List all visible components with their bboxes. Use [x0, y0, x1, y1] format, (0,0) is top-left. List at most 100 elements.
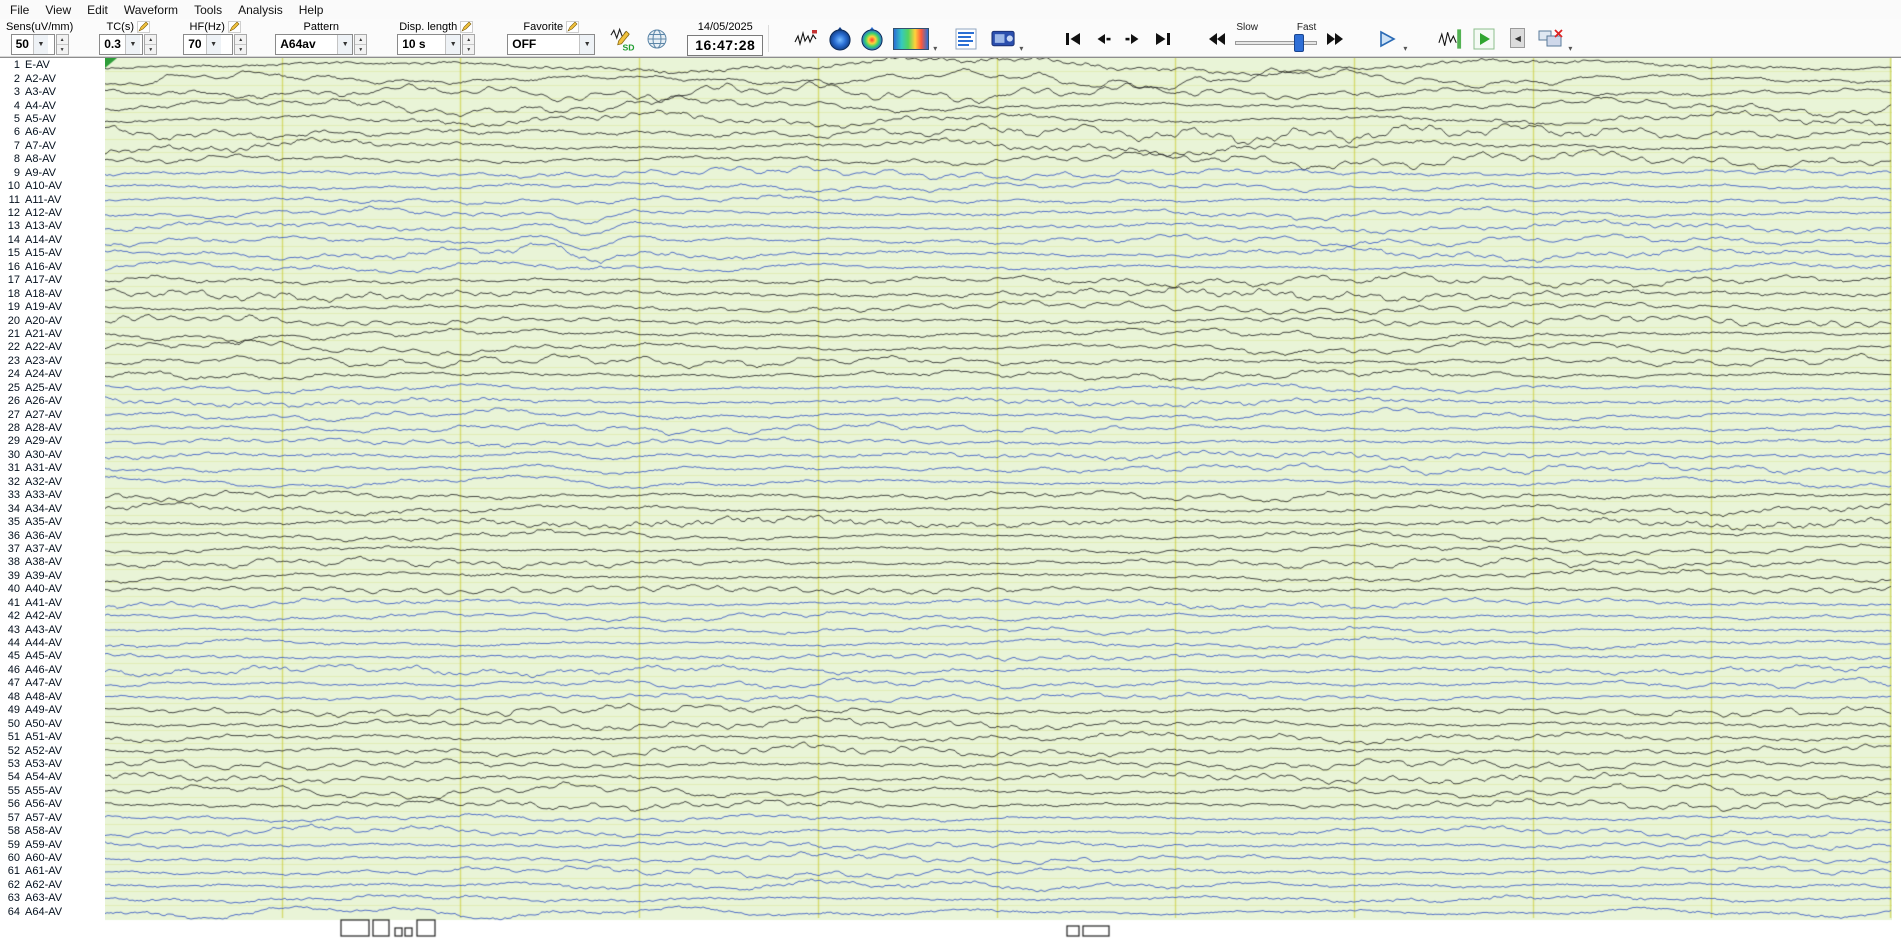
channel-label-27[interactable]: 27 A27-AV: [0, 409, 105, 422]
favorite-dropdown-arrow[interactable]: ▼: [579, 35, 595, 54]
channel-label-37[interactable]: 37 A37-AV: [0, 543, 105, 556]
channel-label-42[interactable]: 42 A42-AV: [0, 610, 105, 623]
channel-label-41[interactable]: 41 A41-AV: [0, 597, 105, 610]
channel-label-53[interactable]: 53 A53-AV: [0, 758, 105, 771]
collapse-toolbar-button[interactable]: ◀: [1510, 28, 1526, 48]
channel-label-6[interactable]: 6 A6-AV: [0, 126, 105, 139]
channel-label-49[interactable]: 49 A49-AV: [0, 704, 105, 717]
tc-spinner[interactable]: ▲ ▼: [144, 34, 158, 55]
channel-label-5[interactable]: 5 A5-AV: [0, 113, 105, 126]
channel-label-47[interactable]: 47 A47-AV: [0, 677, 105, 690]
channel-label-16[interactable]: 16 A16-AV: [0, 261, 105, 274]
eeg-trace-canvas[interactable]: [105, 58, 1892, 939]
menu-waveform[interactable]: Waveform: [116, 2, 186, 18]
video-sync-button[interactable]: [990, 25, 1018, 52]
channel-label-14[interactable]: 14 A14-AV: [0, 234, 105, 247]
channel-label-15[interactable]: 15 A15-AV: [0, 247, 105, 260]
channel-label-36[interactable]: 36 A36-AV: [0, 530, 105, 543]
channel-label-9[interactable]: 9 A9-AV: [0, 167, 105, 180]
pattern-spinner[interactable]: ▲ ▼: [354, 34, 368, 55]
favorite-combobox[interactable]: OFF ▼: [507, 34, 596, 55]
channel-label-22[interactable]: 22 A22-AV: [0, 341, 105, 354]
channel-label-18[interactable]: 18 A18-AV: [0, 288, 105, 301]
menu-tools[interactable]: Tools: [186, 2, 230, 18]
channel-label-23[interactable]: 23 A23-AV: [0, 355, 105, 368]
menu-file[interactable]: File: [2, 2, 37, 18]
channel-label-52[interactable]: 52 A52-AV: [0, 745, 105, 758]
hf-edit-pencil-icon[interactable]: [227, 20, 241, 33]
channel-label-25[interactable]: 25 A25-AV: [0, 382, 105, 395]
channel-label-8[interactable]: 8 A8-AV: [0, 153, 105, 166]
channel-label-29[interactable]: 29 A29-AV: [0, 435, 105, 448]
channel-label-39[interactable]: 39 A39-AV: [0, 570, 105, 583]
channel-label-12[interactable]: 12 A12-AV: [0, 207, 105, 220]
channel-label-51[interactable]: 51 A51-AV: [0, 731, 105, 744]
pattern-dropdown-arrow[interactable]: ▼: [337, 35, 353, 54]
event-waveform-button[interactable]: [792, 25, 820, 52]
channel-label-35[interactable]: 35 A35-AV: [0, 516, 105, 529]
spectrum-map-button[interactable]: [858, 25, 886, 52]
channel-label-33[interactable]: 33 A33-AV: [0, 489, 105, 502]
menu-help[interactable]: Help: [291, 2, 332, 18]
menu-analysis[interactable]: Analysis: [230, 2, 291, 18]
overflow-chevron-icon[interactable]: ▾: [933, 44, 937, 53]
channel-label-31[interactable]: 31 A31-AV: [0, 462, 105, 475]
fast-forward-button[interactable]: [1320, 25, 1350, 52]
channel-label-38[interactable]: 38 A38-AV: [0, 556, 105, 569]
channel-label-56[interactable]: 56 A56-AV: [0, 798, 105, 811]
channel-label-34[interactable]: 34 A34-AV: [0, 503, 105, 516]
channel-label-59[interactable]: 59 A59-AV: [0, 839, 105, 852]
speed-slider[interactable]: Slow Fast: [1232, 22, 1320, 54]
skip-to-end-button[interactable]: [1148, 25, 1178, 52]
slider-track[interactable]: [1235, 41, 1318, 45]
disconnect-device-button[interactable]: [1535, 25, 1567, 52]
favorite-edit-pencil-icon[interactable]: [566, 20, 580, 33]
channel-label-48[interactable]: 48 A48-AV: [0, 691, 105, 704]
step-back-button[interactable]: [1088, 25, 1118, 52]
overflow-chevron-icon[interactable]: ▾: [1568, 44, 1572, 53]
hf-dropdown-arrow[interactable]: ▼: [205, 35, 221, 54]
channel-label-21[interactable]: 21 A21-AV: [0, 328, 105, 341]
start-acquisition-button[interactable]: [1470, 25, 1498, 52]
channel-label-57[interactable]: 57 A57-AV: [0, 812, 105, 825]
disp-length-spinner[interactable]: ▲ ▼: [462, 34, 476, 55]
overflow-chevron-icon[interactable]: ▾: [1403, 44, 1407, 53]
rewind-button[interactable]: [1202, 25, 1232, 52]
channel-label-17[interactable]: 17 A17-AV: [0, 274, 105, 287]
channel-label-24[interactable]: 24 A24-AV: [0, 368, 105, 381]
tc-combobox[interactable]: 0.3 ▼: [99, 34, 144, 55]
event-list-button[interactable]: [952, 25, 980, 52]
slider-thumb[interactable]: [1294, 34, 1305, 52]
channel-label-28[interactable]: 28 A28-AV: [0, 422, 105, 435]
channel-label-61[interactable]: 61 A61-AV: [0, 865, 105, 878]
channel-label-1[interactable]: 1 E-AV: [0, 59, 105, 72]
pattern-combobox[interactable]: A64av ▼: [275, 34, 354, 55]
sens-combobox[interactable]: 50 ▼: [10, 34, 55, 55]
channel-label-43[interactable]: 43 A43-AV: [0, 624, 105, 637]
channel-label-10[interactable]: 10 A10-AV: [0, 180, 105, 193]
topo-map-button[interactable]: [826, 25, 854, 52]
channel-label-11[interactable]: 11 A11-AV: [0, 194, 105, 207]
channel-label-45[interactable]: 45 A45-AV: [0, 650, 105, 663]
channel-label-54[interactable]: 54 A54-AV: [0, 771, 105, 784]
disp-length-edit-pencil-icon[interactable]: [460, 20, 474, 33]
channel-label-3[interactable]: 3 A3-AV: [0, 86, 105, 99]
channel-label-46[interactable]: 46 A46-AV: [0, 664, 105, 677]
map-montage-button[interactable]: [890, 25, 932, 52]
channel-label-4[interactable]: 4 A4-AV: [0, 100, 105, 113]
channel-label-50[interactable]: 50 A50-AV: [0, 718, 105, 731]
channel-label-30[interactable]: 30 A30-AV: [0, 449, 105, 462]
channel-label-13[interactable]: 13 A13-AV: [0, 220, 105, 233]
channel-label-7[interactable]: 7 A7-AV: [0, 140, 105, 153]
menu-view[interactable]: View: [37, 2, 79, 18]
channel-label-44[interactable]: 44 A44-AV: [0, 637, 105, 650]
hf-spinner[interactable]: ▲ ▼: [234, 34, 248, 55]
skip-to-start-button[interactable]: [1058, 25, 1088, 52]
channel-label-60[interactable]: 60 A60-AV: [0, 852, 105, 865]
play-button[interactable]: [1372, 25, 1402, 52]
network-settings-button[interactable]: [643, 25, 671, 52]
step-forward-button[interactable]: [1118, 25, 1148, 52]
channel-label-58[interactable]: 58 A58-AV: [0, 825, 105, 838]
tc-edit-pencil-icon[interactable]: [137, 20, 150, 33]
annotate-waveform-button[interactable]: SD: [609, 25, 637, 52]
